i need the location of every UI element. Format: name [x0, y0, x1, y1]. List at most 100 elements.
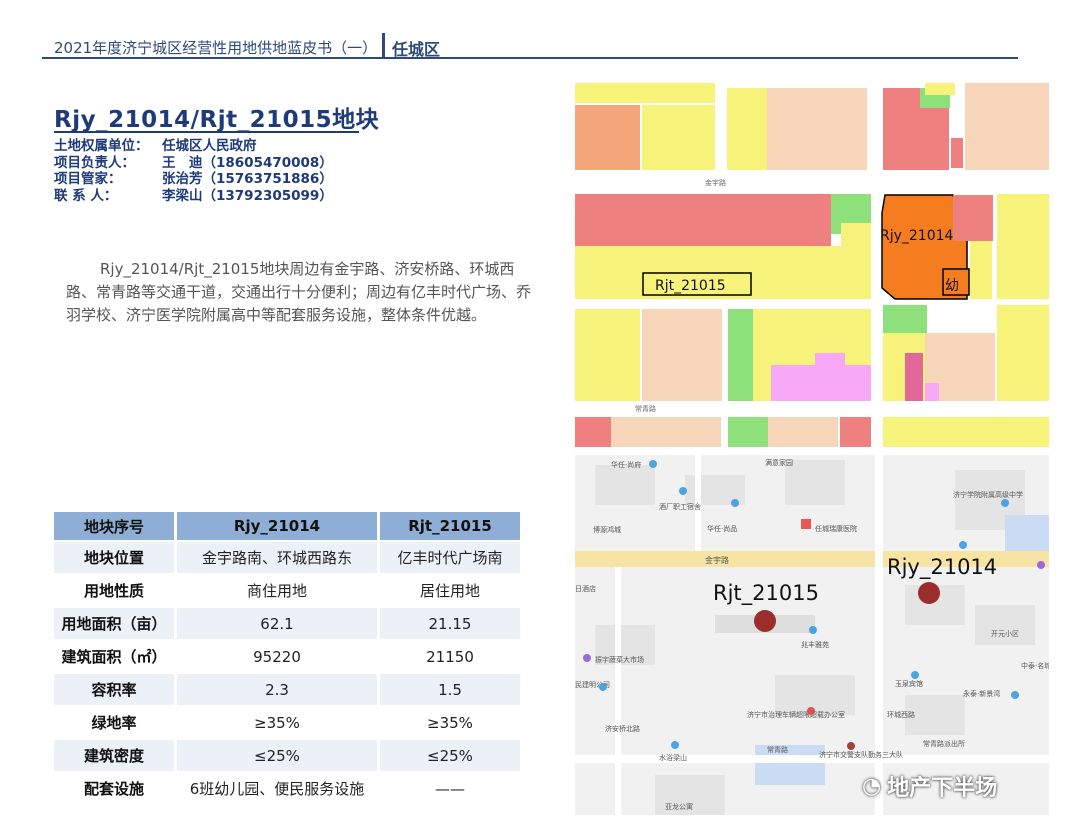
info-row-contact: 联 系 人： 李梁山（13792305099）	[54, 188, 333, 205]
table-cell: 用地性质	[54, 575, 174, 608]
table-row: 用地性质 商住用地 居住用地	[54, 575, 520, 608]
poi-label: 日酒店	[575, 584, 596, 593]
table-cell: 商住用地	[174, 575, 377, 608]
info-key: 项目负责人：	[54, 154, 135, 171]
poi-label: 济宁学院附属高级中学	[953, 490, 1023, 499]
poi-pin-icon	[599, 683, 607, 691]
header-title: 2021年度济宁城区经营性用地供地蓝皮书（一）	[54, 39, 378, 57]
table-cell: ——	[377, 773, 520, 806]
map-label-rjy: Rjy_21014	[887, 555, 997, 580]
info-row-manager: 项目负责人： 王 迪（18605470008）	[54, 155, 333, 172]
table-row: 地块位置 金宇路南、环城西路东 亿丰时代广场南	[54, 542, 520, 575]
header-rule	[42, 57, 1018, 59]
market-icon	[583, 654, 591, 662]
table-cell: 62.1	[174, 608, 377, 641]
poi-label: 常青路	[767, 745, 788, 754]
table-cell: ≤25%	[377, 740, 520, 773]
table-row: 容积率 2.3 1.5	[54, 674, 520, 707]
poi-label: 济安桥北路	[605, 724, 640, 733]
poi-label: 永泰·新景湾	[963, 689, 1000, 698]
table-cell: 配套设施	[54, 773, 174, 806]
poi-label: 任城瑞康医院	[815, 524, 857, 533]
table-cell: 居住用地	[377, 575, 520, 608]
poi-pin-icon	[671, 741, 679, 749]
table-cell: 21.15	[377, 608, 520, 641]
table-cell: 建筑密度	[54, 740, 174, 773]
contact-info: 土地权属单位： 任城区人民政府 项目负责人： 王 迪（18605470008） 项目…	[54, 138, 333, 204]
table-cell: 金宇路南、环城西路东	[174, 542, 377, 575]
table-row: 绿地率 ≥35% ≥35%	[54, 707, 520, 740]
office-icon	[807, 707, 815, 715]
map-label-rjt: Rjt_21015	[713, 581, 819, 606]
info-value: 张治芳（15763751886）	[162, 171, 333, 187]
poi-pin-icon	[809, 626, 817, 634]
poi-label: 华任·尚品	[707, 524, 737, 533]
poi-label: 中泰·名城	[1021, 661, 1049, 670]
info-key: 土地权属单位：	[54, 138, 149, 154]
poi-label: 环城西路	[887, 710, 915, 719]
poi-label: 开元小区	[991, 629, 1019, 638]
description-text: Rjy_21014/Rjt_21015地块周边有金宇路、济安桥路、环城西路、常青…	[66, 260, 532, 324]
table-row: 建筑面积（㎡） 95220 21150	[54, 641, 520, 674]
poi-label: 兆丰雅苑	[801, 640, 829, 649]
info-key: 项目管家：	[54, 171, 122, 187]
poi-pin-icon	[731, 499, 739, 507]
poi-pin-icon	[911, 671, 919, 679]
table-cell: 绿地率	[54, 707, 174, 740]
poi-pin-icon	[679, 487, 687, 495]
watermark: ◔ 地产下半场	[862, 770, 997, 802]
info-value: 任城区人民政府	[162, 138, 257, 154]
info-value: 王 迪（18605470008）	[162, 154, 333, 171]
table-row: 建筑密度 ≤25% ≤25%	[54, 740, 520, 773]
road-main-label: 金宇路	[705, 555, 729, 565]
poi-label: 常青路派出所	[923, 739, 965, 748]
poi-label: 水浴梁山	[659, 753, 687, 762]
poi-label: 酒厂职工宿舍	[659, 502, 701, 511]
table-header-cell: Rjy_21014	[174, 512, 377, 542]
hospital-icon	[801, 519, 811, 529]
table-cell: 21150	[377, 641, 520, 674]
table-cell: 95220	[174, 641, 377, 674]
table-cell: ≥35%	[174, 707, 377, 740]
table-cell: ≥35%	[377, 707, 520, 740]
plot-label-rjy: Rjy_21014	[880, 228, 954, 244]
parcel-marker-rjt	[754, 610, 776, 632]
location-map: 金宇路 华任·尚府 满意家园 酒厂职工宿舍 济宁学院附属高级中学 博源鸿城 华任…	[575, 455, 1049, 815]
poi-label: 亚龙公寓	[665, 802, 693, 811]
info-key: 联 系 人：	[54, 187, 118, 204]
description-paragraph: Rjy_21014/Rjt_21015地块周边有金宇路、济安桥路、环城西路、常青…	[66, 258, 542, 327]
poi-pin-icon	[649, 460, 657, 468]
info-value: 李梁山（13792305099）	[162, 187, 333, 204]
poi-label: 满意家园	[765, 458, 793, 467]
location-map-svg: 金宇路 华任·尚府 满意家园 酒厂职工宿舍 济宁学院附属高级中学 博源鸿城 华任…	[575, 455, 1049, 815]
table-cell: 用地面积（亩）	[54, 608, 174, 641]
poi-pin-icon	[1011, 691, 1019, 699]
table-cell: 6班幼儿园、便民服务设施	[174, 773, 377, 806]
table-header-cell: 地块序号	[54, 512, 174, 542]
info-row-owner: 土地权属单位： 任城区人民政府	[54, 138, 333, 155]
table-header-row: 地块序号 Rjy_21014 Rjt_21015	[54, 512, 520, 542]
table-row: 配套设施 6班幼儿园、便民服务设施 ——	[54, 773, 520, 806]
table-cell: 容积率	[54, 674, 174, 707]
parcel-marker-rjy	[918, 582, 940, 604]
police-icon	[847, 742, 855, 750]
poi-label: 振宇蔬菜大市场	[595, 655, 644, 664]
table-row: 用地面积（亩） 62.1 21.15	[54, 608, 520, 641]
header-divider	[382, 33, 385, 57]
poi-pin-icon	[1001, 499, 1009, 507]
wechat-icon: ◔	[862, 773, 882, 799]
poi-pin-icon	[959, 541, 967, 549]
poi-label: 华任·尚府	[611, 460, 641, 469]
table-header-cell: Rjt_21015	[377, 512, 520, 542]
table-cell: 建筑面积（㎡）	[54, 641, 174, 674]
land-use-map-svg: 金宇路 Rjy_21014 幼 Rjt_21015 常青路	[575, 83, 1049, 447]
watermark-text: 地产下半场	[887, 776, 998, 801]
poi-label: 济宁市交警支队勤务三大队	[819, 750, 903, 759]
info-row-steward: 项目管家： 张治芳（15763751886）	[54, 171, 333, 188]
shop-icon	[1037, 561, 1045, 569]
plot-label-rjt: Rjt_21015	[655, 278, 726, 294]
poi-label: 济宁市治理车辆超限超载办公室	[747, 710, 845, 719]
poi-label: 博源鸿城	[593, 525, 621, 534]
table-cell: 地块位置	[54, 542, 174, 575]
table-cell: 2.3	[174, 674, 377, 707]
